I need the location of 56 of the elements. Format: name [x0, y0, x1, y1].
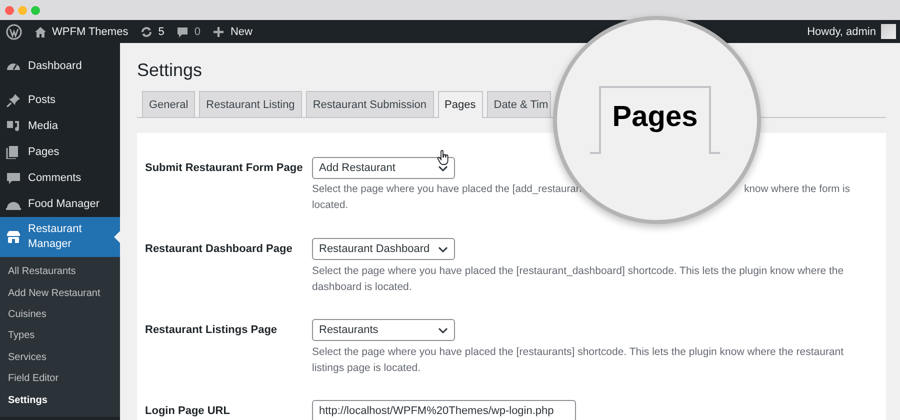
field-description: Select the page where you have placed the [add_restauran — [312, 183, 582, 197]
field-description: Select the page where you have placed the [restaurants] shortcode. This lets the plugin know where the restaurant listings page is located. — [312, 345, 845, 376]
home-icon — [34, 26, 47, 38]
chevron-down-icon — [438, 246, 448, 252]
settings-tab[interactable]: General — [142, 91, 196, 117]
page-dropdown[interactable]: Restaurant Dashboard — [312, 238, 455, 260]
sidebar-item[interactable]: Posts — [0, 87, 120, 113]
field-label: Restaurant Listings Page — [145, 323, 278, 338]
store-icon — [6, 230, 21, 244]
toolbar-link[interactable]: 0 — [176, 26, 200, 38]
sidebar-item[interactable]: Dashboard — [0, 53, 120, 79]
minimize-dot — [18, 6, 27, 14]
refresh-icon — [140, 26, 154, 38]
page-title: Settings — [137, 59, 202, 82]
submenu-item[interactable]: Cuisines — [0, 304, 120, 326]
submenu-item[interactable]: Add New Restaurant — [0, 282, 120, 304]
close-dot — [5, 6, 14, 14]
submenu-item[interactable]: Field Editor — [0, 368, 120, 390]
field-description: Select the page where you have placed the [restaurant_dashboard] shortcode. This lets the plugin know where the dashboard is located. — [312, 264, 845, 295]
url-field[interactable]: http://localhost/WPFM%20Themes/wp-login.php — [312, 400, 576, 420]
avatar — [881, 24, 896, 39]
page-dropdown[interactable]: Add Restaurant — [312, 157, 455, 179]
toolbar-link[interactable]: WPFM Themes — [34, 26, 128, 38]
sidebar-item[interactable]: Comments — [0, 165, 120, 191]
sidebar-item[interactable]: Pages — [0, 139, 120, 165]
submenu-item[interactable]: Services — [0, 346, 120, 368]
settings-tab[interactable]: Date & Tim — [486, 91, 552, 117]
media-icon — [6, 119, 21, 133]
account-link[interactable]: Howdy, admin — [807, 24, 896, 39]
settings-tab[interactable]: Pages — [438, 91, 483, 118]
field-label: Login Page URL — [145, 404, 231, 419]
comment-icon — [6, 171, 21, 185]
chevron-down-icon — [438, 164, 448, 172]
toolbar-link[interactable]: 5 — [140, 26, 164, 38]
pin-icon — [6, 93, 21, 107]
sidebar-item[interactable]: Restaurant Manager — [0, 217, 120, 257]
field-description: know where the form is — [744, 183, 850, 197]
hand-cursor-icon — [435, 149, 449, 166]
comment-icon — [176, 26, 190, 38]
field-label: Restaurant Dashboard Page — [145, 242, 294, 257]
submenu-item[interactable]: Types — [0, 325, 120, 347]
plus-icon — [212, 26, 226, 38]
page-dropdown[interactable]: Restaurants — [312, 319, 455, 341]
sidebar-item[interactable]: Food Manager — [0, 191, 120, 217]
toolbar-link[interactable]: New — [212, 26, 252, 38]
pages-icon — [6, 145, 21, 159]
maximize-dot — [31, 6, 40, 14]
submenu-item[interactable]: All Restaurants — [0, 261, 120, 282]
settings-tab[interactable]: Restaurant Listing — [199, 91, 302, 117]
settings-tab[interactable]: Restaurant Submission — [306, 91, 434, 117]
field-description: located. — [312, 199, 348, 213]
chevron-down-icon — [438, 326, 448, 334]
sidebar-item[interactable]: Media — [0, 113, 120, 139]
wordpress-logo-icon — [6, 24, 22, 40]
submenu-item[interactable]: Settings — [0, 389, 120, 411]
field-label: Submit Restaurant Form Page — [145, 161, 304, 176]
